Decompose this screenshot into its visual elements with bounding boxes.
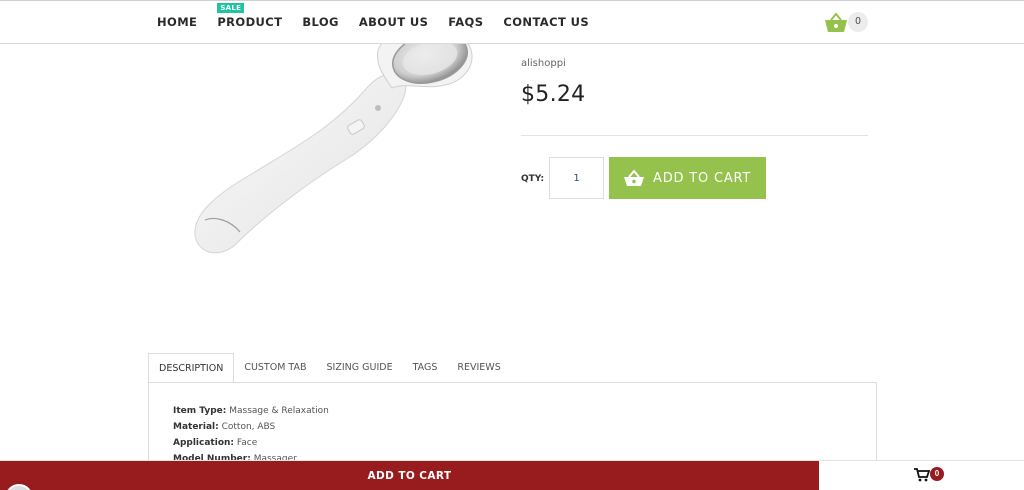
product-vendor[interactable]: alishoppi (521, 58, 566, 69)
sticky-cart[interactable]: 0 (914, 467, 946, 486)
nav-faqs[interactable]: FAQS (448, 15, 483, 29)
sale-badge: SALE (217, 3, 245, 13)
header-cart[interactable]: 0 (824, 11, 870, 35)
nav-home-label: HOME (157, 15, 198, 29)
tab-tags[interactable]: TAGS (403, 353, 448, 383)
nav-about-label: ABOUT US (358, 15, 429, 29)
divider (521, 135, 868, 136)
nav-contact-us[interactable]: CONTACT US (503, 15, 589, 29)
tab-custom-tab[interactable]: CUSTOM TAB (234, 353, 316, 383)
qty-label: QTY: (521, 174, 545, 184)
nav-faqs-label: FAQS (448, 15, 484, 29)
nav-product[interactable]: SALE PRODUCT (217, 3, 283, 29)
tab-reviews[interactable]: REVIEWS (447, 353, 510, 383)
spec-row: Material: Cotton, ABS (173, 419, 329, 435)
spec-label: Material: (173, 422, 219, 432)
spec-value: Face (236, 438, 258, 448)
sticky-add-to-cart-button[interactable]: ADD TO CART (0, 461, 819, 490)
nav-blog-label: BLOG (302, 15, 339, 29)
spec-value: Massage & Relaxation (229, 406, 329, 416)
tab-sizing-guide[interactable]: SIZING GUIDE (317, 353, 403, 383)
add-to-cart-button[interactable]: ADD TO CART (609, 157, 766, 199)
product-price: $5.24 (521, 82, 586, 107)
spec-label: Application: (173, 438, 235, 448)
basket-icon (824, 11, 848, 33)
spec-row: Item Type: Massage & Relaxation (173, 403, 329, 419)
tab-description[interactable]: DESCRIPTION (148, 353, 235, 383)
description-panel: Item Type: Massage & Relaxation Material… (148, 382, 877, 472)
spec-label: Item Type: (173, 406, 227, 416)
product-tabs: DESCRIPTION CUSTOM TAB SIZING GUIDE TAGS… (148, 353, 511, 383)
header-cart-count: 0 (848, 12, 868, 32)
nav-contact-label: CONTACT US (503, 15, 590, 29)
spec-row: Application: Face (173, 435, 329, 451)
product-image[interactable] (180, 20, 480, 270)
nav-about-us[interactable]: ABOUT US (359, 15, 428, 29)
main-nav: HOME SALE PRODUCT BLOG ABOUT US FAQS CON… (157, 3, 609, 29)
sticky-add-to-cart-bar: ADD TO CART 0 (0, 460, 1024, 490)
spec-value: Cotton, ABS (221, 422, 276, 432)
add-to-cart-label: ADD TO CART (653, 170, 752, 186)
spec-list: Item Type: Massage & Relaxation Material… (173, 403, 329, 467)
nav-home[interactable]: HOME (157, 15, 197, 29)
nav-product-label: PRODUCT (217, 15, 283, 29)
nav-blog[interactable]: BLOG (302, 15, 339, 29)
cart-icon (914, 468, 931, 486)
basket-icon (623, 169, 645, 187)
site-header: HOME SALE PRODUCT BLOG ABOUT US FAQS CON… (0, 0, 1024, 44)
qty-input[interactable] (549, 157, 604, 199)
sticky-cart-count: 0 (930, 467, 944, 481)
